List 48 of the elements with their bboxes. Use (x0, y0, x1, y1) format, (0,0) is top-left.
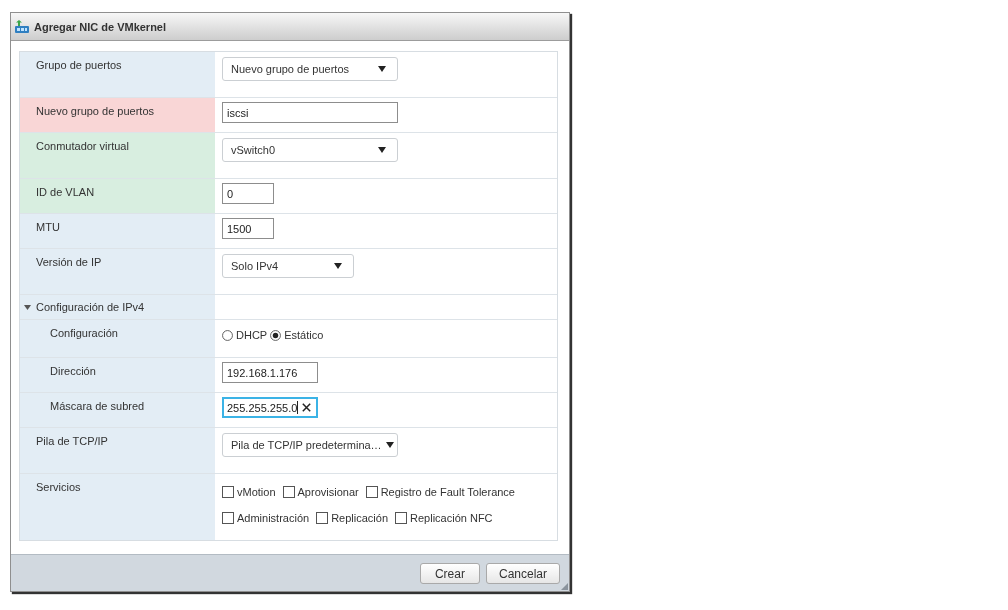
field-label: ID de VLAN (36, 185, 95, 199)
checkbox-label: Replicación NFC (410, 512, 493, 524)
text-field[interactable]: 0 (222, 183, 274, 204)
caret-icon (334, 263, 342, 269)
field-label: Versión de IP (36, 255, 102, 269)
checkbox[interactable] (365, 486, 378, 498)
checkbox[interactable] (222, 512, 234, 524)
field-label: Grupo de puertos (36, 58, 122, 72)
field-label: Configuración de IPv4 (36, 300, 145, 314)
checkbox[interactable] (395, 512, 407, 524)
field-label: Máscara de subred (50, 399, 145, 413)
checkbox-label: Registro de Fault Tolerance (380, 486, 515, 498)
dropdown[interactable]: vSwitch0 (222, 138, 398, 162)
radio-label: DHCP (236, 329, 268, 341)
text-field[interactable]: iscsi (222, 102, 398, 123)
field-label: Nuevo grupo de puertos (36, 104, 155, 118)
caret-icon (378, 66, 386, 72)
field-label: MTU (36, 220, 60, 234)
resize-grip-icon[interactable] (561, 583, 568, 590)
field-label: Pila de TCP/IP (36, 434, 108, 448)
checkbox-label: Administración (237, 512, 310, 524)
field-label: Conmutador virtual (36, 139, 129, 153)
radio-label: Estático (284, 329, 324, 341)
radio-button[interactable] (270, 329, 282, 341)
checkbox[interactable] (222, 486, 234, 498)
caret-icon (385, 442, 394, 448)
checkbox-label: Aprovisionar (297, 486, 359, 498)
dialog-button[interactable]: Cancelar (485, 563, 560, 584)
clear-icon[interactable] (302, 403, 312, 412)
text-field[interactable]: 192.168.1.176 (222, 362, 318, 383)
window-title: Agregar NIC de VMkernel (34, 20, 167, 33)
text-field[interactable]: 255.255.255.0 (222, 397, 318, 418)
field-label: Servicios (36, 480, 81, 494)
text-field[interactable]: 1500 (222, 218, 274, 239)
network-card-icon (14, 19, 30, 34)
radio-button[interactable] (222, 329, 233, 341)
checkbox[interactable] (316, 512, 329, 524)
caret-icon (378, 147, 386, 153)
dropdown[interactable]: Nuevo grupo de puertos (222, 57, 398, 81)
checkbox-label: Replicación (331, 512, 388, 524)
checkbox[interactable] (282, 486, 295, 498)
checkbox-label: vMotion (237, 486, 276, 498)
dialog-button[interactable]: Crear (419, 563, 480, 584)
dropdown[interactable]: Pila de TCP/IP predetermina… (222, 433, 398, 457)
field-label: Configuración (50, 326, 118, 340)
caret-icon[interactable] (24, 304, 31, 310)
dropdown[interactable]: Solo IPv4 (222, 254, 354, 278)
field-label: Dirección (50, 364, 96, 378)
